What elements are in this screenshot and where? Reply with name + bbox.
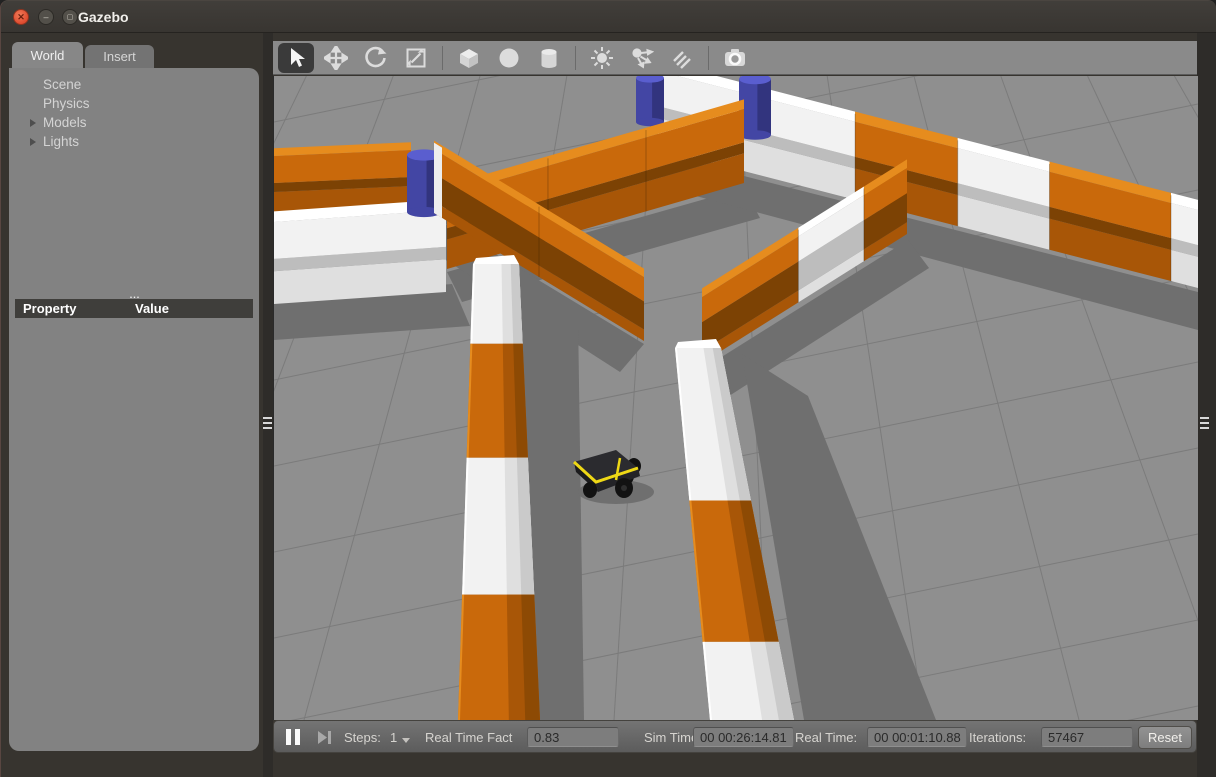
cylinder-tool-button[interactable] (531, 43, 567, 73)
tree-item-models[interactable]: Models (9, 114, 259, 133)
scale-tool-button[interactable] (398, 43, 434, 73)
close-button[interactable]: ✕ (13, 9, 29, 25)
tab-world[interactable]: World (12, 42, 83, 68)
expander-triangle-icon[interactable] (30, 138, 36, 146)
left-splitter[interactable] (263, 33, 273, 777)
box-icon (456, 45, 482, 71)
window-title: Gazebo (78, 1, 129, 33)
world-tree: Scene Physics Models Lights (9, 76, 259, 152)
real-time-label: Real Time: (795, 721, 857, 754)
toolbar-separator (708, 46, 709, 70)
property-column-header[interactable]: Property (23, 301, 76, 316)
right-splitter[interactable] (1197, 33, 1216, 777)
expander-triangle-icon[interactable] (30, 119, 36, 127)
translate-tool-button[interactable] (318, 43, 354, 73)
world-panel: ScenePhysicsModelsLights ... Property Va… (9, 68, 259, 751)
gazebo-window: ✕ – ▢ Gazebo World Insert Scene Physics Mo… (0, 0, 1216, 777)
directional-light-icon (670, 46, 694, 70)
real-time-factor-field[interactable]: 0.83 (527, 727, 619, 747)
viewport-canvas (274, 76, 1198, 720)
toolbar-separator (442, 46, 443, 70)
iterations-label: Iterations: (969, 721, 1026, 754)
value-column-header[interactable]: Value (135, 301, 169, 316)
sim-time-field[interactable]: 00 00:26:14.81 (693, 727, 794, 747)
tree-item-label: Physics (43, 96, 90, 111)
steps-value[interactable]: 1 (390, 721, 397, 754)
directional-light-tool-button[interactable] (664, 43, 700, 73)
tree-item-lights[interactable]: Lights (9, 133, 259, 152)
toolbar-separator (575, 46, 576, 70)
select-tool-button[interactable] (278, 43, 314, 73)
point-light-icon (590, 46, 614, 70)
iterations-field[interactable]: 57467 (1041, 727, 1133, 747)
scale-icon (404, 46, 428, 70)
screenshot-tool-button[interactable] (717, 43, 753, 73)
steps-label: Steps: (344, 721, 381, 754)
tree-item-label: Scene (43, 77, 81, 92)
pause-button[interactable] (283, 728, 305, 747)
step-button[interactable] (315, 729, 333, 749)
render-viewport[interactable] (273, 76, 1197, 720)
sphere-tool-button[interactable] (491, 43, 527, 73)
spot-light-icon (630, 46, 654, 70)
spot-light-tool-button[interactable] (624, 43, 660, 73)
reset-button[interactable]: Reset (1138, 726, 1192, 749)
box-tool-button[interactable] (451, 43, 487, 73)
title-bar: ✕ – ▢ Gazebo (1, 1, 1216, 33)
steps-caret-down-icon[interactable] (402, 738, 410, 743)
sphere-icon (496, 45, 522, 71)
move-arrows-icon (324, 46, 348, 70)
splitter-grip-icon[interactable] (263, 417, 272, 435)
cursor-arrow-icon (284, 46, 308, 70)
minimize-button[interactable]: – (38, 9, 54, 25)
tree-item-scene[interactable]: Scene (9, 76, 259, 95)
point-light-tool-button[interactable] (584, 43, 620, 73)
splitter-grip-icon[interactable] (1200, 417, 1209, 435)
tree-item-label: Models (43, 115, 87, 130)
camera-icon (722, 45, 748, 71)
cylinder-icon (536, 45, 562, 71)
view-toolbar (273, 41, 1197, 75)
tab-insert[interactable]: Insert (85, 45, 154, 68)
maximize-button[interactable]: ▢ (62, 9, 78, 25)
rotate-tool-button[interactable] (358, 43, 394, 73)
step-forward-icon (315, 734, 333, 749)
simulation-status-bar: Steps: 1 Real Time Fact 0.83 Sim Time: 0… (273, 720, 1197, 753)
property-table-header: Property Value (15, 299, 253, 318)
tree-item-label: Lights (43, 134, 79, 149)
rotate-arrows-icon (364, 46, 388, 70)
real-time-field[interactable]: 00 00:01:10.88 (867, 727, 967, 747)
tree-item-physics[interactable]: Physics (9, 95, 259, 114)
real-time-factor-label: Real Time Fact (425, 721, 512, 754)
